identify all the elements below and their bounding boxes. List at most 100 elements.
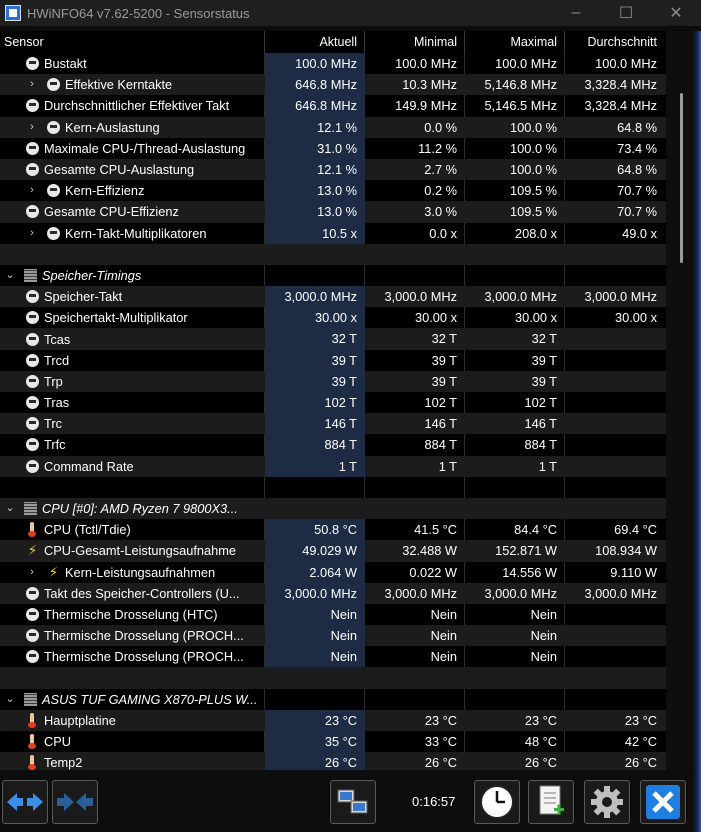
group-header[interactable]: ⌄ CPU [#0]: AMD Ryzen 7 9800X3... [0, 498, 237, 519]
gauge-icon [26, 205, 39, 219]
column-header-sensor[interactable]: Sensor [4, 31, 44, 53]
group-header[interactable]: ⌄ Speicher-Timings [0, 265, 141, 286]
value-maximal: 3,000.0 MHz [484, 289, 557, 305]
close-app-button[interactable] [640, 780, 686, 824]
sensor-row[interactable]: Thermische Drosselung (HTC) Nein Nein Nein [0, 603, 666, 626]
column-header-aktuell[interactable]: Aktuell [265, 31, 365, 53]
gauge-icon [26, 57, 39, 71]
value-maximal: 152.871 W [495, 543, 557, 559]
value-current: 102 T [265, 392, 365, 414]
sensor-group-row[interactable]: ⌄ CPU [#0]: AMD Ryzen 7 9800X3... [0, 497, 666, 520]
chevron-right-icon[interactable]: › [26, 562, 38, 583]
chevron-down-icon[interactable]: ⌄ [4, 265, 16, 286]
sensor-group-row[interactable]: ⌄ ASUS TUF GAMING X870-PLUS W... [0, 689, 666, 710]
sensor-row[interactable]: CPU 35 °C 33 °C 48 °C 42 °C [0, 731, 666, 753]
sensor-row[interactable]: Command Rate 1 T 1 T 1 T [0, 455, 666, 477]
sensor-row[interactable]: › Kern-Effizienz 13.0 % 0.2 % 109.5 % 70.7 % [0, 180, 666, 202]
sensor-row[interactable]: Trcd 39 T 39 T 39 T [0, 349, 666, 371]
value-current: 10.5 x [265, 222, 365, 244]
sensor-row[interactable]: Thermische Drosselung (PROCH... Nein Nein N… [0, 625, 666, 647]
sensor-row[interactable]: CPU (Tctl/Tdie) 50.8 °C 41.5 °C 84.4 °C 69.4… [0, 519, 666, 541]
network-button[interactable] [330, 780, 376, 824]
sensor-name-cell: Speicher-Takt [0, 286, 122, 307]
value-current: 884 T [265, 434, 365, 456]
value-minimal: 0.0 % [424, 119, 457, 135]
chevron-right-icon[interactable]: › [26, 223, 38, 244]
value-average: 30.00 x [615, 310, 657, 326]
sensor-row[interactable]: Gesamte CPU-Auslastung 12.1 % 2.7 % 100.0 %… [0, 158, 666, 181]
vertical-scrollbar[interactable] [666, 31, 692, 770]
value-current: Nein [265, 646, 365, 668]
sensor-name-cell: Tras [0, 392, 69, 413]
sensor-name-cell: Trc [0, 413, 62, 434]
value-maximal: 3,000.0 MHz [484, 585, 557, 601]
report-icon [539, 785, 564, 815]
chevron-down-icon[interactable]: ⌄ [4, 498, 16, 519]
minimize-button[interactable]: – [551, 0, 601, 26]
expand-arrows-button[interactable] [2, 780, 48, 824]
chevron-right-icon[interactable]: › [26, 117, 38, 138]
value-minimal: 1 T [438, 458, 457, 474]
sensor-row[interactable]: › Effektive Kerntakte 646.8 MHz 10.3 MHz 5,1… [0, 74, 666, 96]
chevron-down-icon[interactable]: ⌄ [4, 689, 16, 710]
value-average: 100.0 MHz [595, 56, 657, 71]
chevron-right-icon[interactable]: › [26, 74, 38, 95]
sensor-row[interactable]: Takt des Speicher-Controllers (U... 3,000… [0, 582, 666, 604]
maximize-button[interactable]: ☐ [601, 0, 651, 26]
column-header-maximal[interactable]: Maximal [465, 31, 565, 53]
sensor-label: Thermische Drosselung (HTC) [44, 606, 218, 622]
sensor-row[interactable]: › Kern-Auslastung 12.1 % 0.0 % 100.0 % 64.8 % [0, 116, 666, 138]
scrollbar-thumb[interactable] [680, 93, 683, 263]
sensor-name-cell: Thermische Drosselung (PROCH... [0, 646, 244, 667]
sensor-row[interactable]: ⚡ CPU-Gesamt-Leistungsaufnahme 49.029 W 32.… [0, 540, 666, 562]
value-maximal: 100.0 % [510, 161, 557, 177]
value-maximal: 84.4 °C [514, 522, 557, 538]
value-average: 70.7 % [617, 183, 657, 199]
sensor-row[interactable]: › ⚡ Kern-Leistungsaufnahmen 2.064 W 0.022 W 1… [0, 561, 666, 583]
sensor-row[interactable]: Maximale CPU-/Thread-Auslastung 31.0 % 11.… [0, 137, 666, 159]
value-average: 3,328.4 MHz [584, 77, 657, 93]
value-average [565, 371, 665, 392]
sensor-row[interactable]: Gesamte CPU-Effizienz 13.0 % 3.0 % 109.5 % 7… [0, 201, 666, 223]
sensor-row[interactable]: Temp2 26 °C 26 °C 26 °C 26 °C [0, 752, 666, 770]
collapse-arrows-button[interactable] [52, 780, 98, 824]
sensor-row[interactable]: Trc 146 T 146 T 146 T [0, 413, 666, 435]
sensor-row[interactable]: Tcas 32 T 32 T 32 T [0, 328, 666, 350]
value-average: 69.4 °C [614, 522, 657, 538]
value-average [565, 604, 665, 625]
sensor-row[interactable]: Hauptplatine 23 °C 23 °C 23 °C 23 °C [0, 709, 666, 731]
column-header-durchschnitt[interactable]: Durchschnitt [565, 31, 665, 53]
gauge-icon [26, 290, 39, 304]
sensor-row[interactable]: Speicher-Takt 3,000.0 MHz 3,000.0 MHz 3,000… [0, 286, 666, 308]
sensor-label: Kern-Takt-Multiplikatoren [65, 225, 207, 241]
sensor-row[interactable]: Trfc 884 T 884 T 884 T [0, 434, 666, 456]
close-button[interactable]: ✕ [651, 0, 701, 26]
gauge-icon [26, 459, 39, 473]
settings-button[interactable] [584, 780, 630, 824]
sensor-rows: Bustakt 100.0 MHz 100.0 MHz 100.0 MHz 100.0 … [0, 53, 666, 770]
sensor-row[interactable]: Trp 39 T 39 T 39 T [0, 370, 666, 392]
value-maximal: 208.0 x [515, 225, 557, 241]
sensor-row[interactable]: › Kern-Takt-Multiplikatoren 10.5 x 0.0 x 208… [0, 222, 666, 244]
value-maximal: 100.0 MHz [495, 56, 557, 71]
gauge-icon [26, 396, 39, 410]
sensor-label: CPU [44, 734, 72, 750]
value-minimal: 3,000.0 MHz [384, 289, 457, 305]
sensor-row[interactable]: Speichertakt-Multiplikator 30.00 x 30.00 x… [0, 307, 666, 329]
sensor-group-row[interactable]: ⌄ Speicher-Timings [0, 265, 666, 286]
sensor-row[interactable]: Tras 102 T 102 T 102 T [0, 392, 666, 414]
clock-icon [480, 785, 514, 819]
group-header[interactable]: ⌄ ASUS TUF GAMING X870-PLUS W... [0, 689, 257, 710]
value-current: 100.0 MHz [265, 53, 365, 75]
sensor-row[interactable]: Bustakt 100.0 MHz 100.0 MHz 100.0 MHz 100.0 … [0, 53, 666, 75]
chevron-right-icon[interactable]: › [26, 180, 38, 201]
clock-button[interactable] [474, 780, 520, 824]
column-header-minimal[interactable]: Minimal [365, 31, 465, 53]
report-button[interactable] [528, 780, 574, 824]
sensor-name-cell: › ⚡ Kern-Leistungsaufnahmen [0, 562, 215, 583]
sensor-name-cell: Thermische Drosselung (PROCH... [0, 625, 244, 646]
sensor-row[interactable]: Durchschnittlicher Effektiver Takt 646.8 … [0, 95, 666, 117]
sensor-row[interactable]: Thermische Drosselung (PROCH... Nein Nein N… [0, 646, 666, 668]
value-average [565, 328, 665, 349]
spacer-row [0, 477, 666, 498]
